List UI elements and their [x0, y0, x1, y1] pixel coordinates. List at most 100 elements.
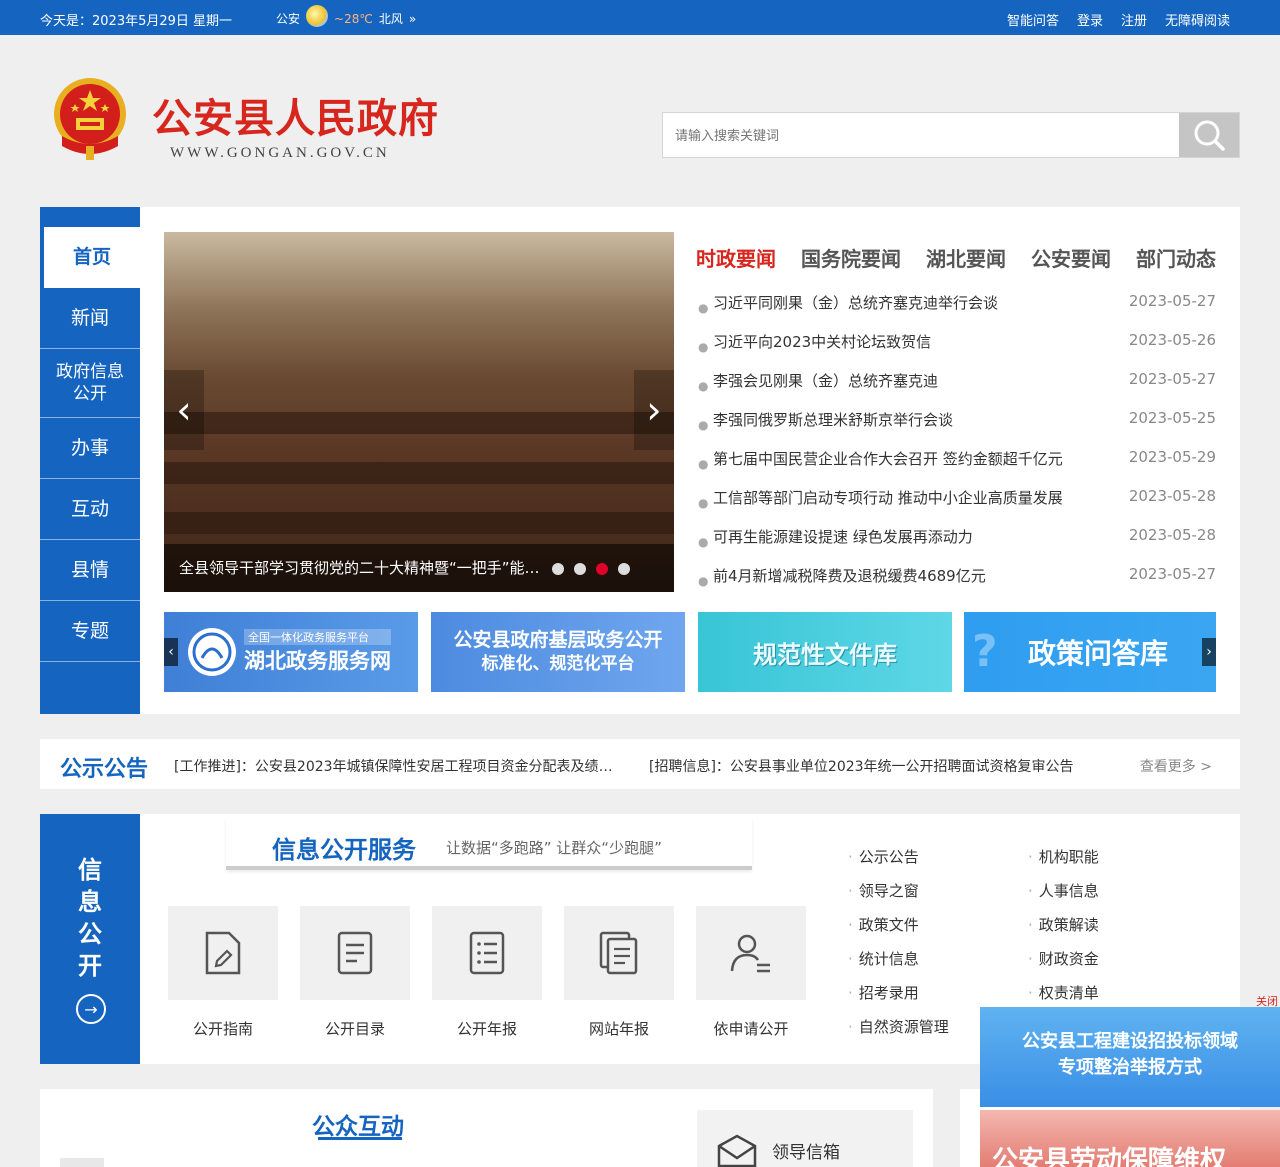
top-bar: 今天是：2023年5月29日 星期一 公安 ~28℃ 北风 » 智能问答 登录 …	[0, 0, 1280, 35]
tab-hubei[interactable]: 湖北要闻	[926, 243, 1006, 272]
info-link[interactable]: 统计信息	[848, 948, 919, 969]
news-item[interactable]: ● 李强会见刚果（金）总统齐塞克迪 2023-05-27	[696, 370, 1216, 409]
info-link[interactable]: 招考录用	[848, 982, 919, 1003]
info-link[interactable]: 政策解读	[1028, 914, 1099, 935]
banner-prev-button[interactable]: ‹	[164, 638, 178, 666]
floating-ad-bidding[interactable]: 公安县工程建设招投标领域 专项整治举报方式	[980, 1007, 1280, 1107]
news-item[interactable]: ● 习近平同刚果（金）总统齐塞克迪举行会谈 2023-05-27	[696, 292, 1216, 331]
float-ad2-label: 公安县劳动保障维权	[992, 1146, 1227, 1167]
banner-gov-openness[interactable]: 公安县政府基层政务公开 标准化、规范化平台	[431, 612, 685, 692]
tab-stub	[60, 1158, 104, 1167]
banner-hubei-service[interactable]: 全国一体化政务服务平台 湖北政务服务网	[164, 612, 418, 692]
news-date: 2023-05-28	[1128, 526, 1216, 544]
tab-politics[interactable]: 时政要闻	[696, 243, 776, 272]
nav-topics[interactable]: 专题	[40, 601, 140, 662]
info-link[interactable]: 机构职能	[1028, 846, 1099, 867]
tile-catalog-label[interactable]: 公开目录	[300, 1018, 410, 1039]
nav-home[interactable]: 首页	[40, 227, 140, 288]
banner-hubei-small: 全国一体化政务服务平台	[244, 629, 391, 645]
tab-departments[interactable]: 部门动态	[1136, 243, 1216, 272]
info-link[interactable]: 领导之窗	[848, 880, 919, 901]
search-input[interactable]	[663, 113, 1181, 157]
question-mark-icon: ?	[972, 626, 998, 677]
search-button[interactable]	[1179, 113, 1239, 157]
news-title[interactable]: 习近平同刚果（金）总统齐塞克迪举行会谈	[713, 292, 1088, 313]
news-title[interactable]: 第七届中国民营企业合作大会召开 签约金额超千亿元	[713, 448, 1088, 469]
notice-item[interactable]: [招聘信息]：公安县事业单位2023年统一公开招聘面试资格复审公告	[649, 756, 1089, 776]
nav-county-info[interactable]: 县情	[40, 540, 140, 601]
carousel-dot[interactable]	[618, 563, 630, 575]
news-item[interactable]: ● 第七届中国民营企业合作大会召开 签约金额超千亿元 2023-05-29	[696, 448, 1216, 487]
news-carousel[interactable]: ‹ › 全县领导干部学习贯彻党的二十大精神暨“一把手”能力提升“提学”班开展第四…	[164, 232, 674, 592]
tile-website-report-label[interactable]: 网站年报	[564, 1018, 674, 1039]
carousel-dots	[552, 563, 630, 575]
news-title[interactable]: 前4月新增减税降费及退税缓费4689亿元	[713, 565, 1088, 586]
info-link[interactable]: 财政资金	[1028, 948, 1099, 969]
tile-apply-disclosure[interactable]	[696, 906, 806, 1000]
carousel-next-button[interactable]: ›	[634, 370, 674, 450]
news-date: 2023-05-27	[1128, 292, 1216, 310]
banner-policy-qa[interactable]: ? 政策问答库	[964, 612, 1216, 692]
float-ad-line2: 专项整治举报方式	[1058, 1057, 1202, 1078]
news-title[interactable]: 习近平向2023中关村论坛致贺信	[713, 331, 1088, 352]
info-link[interactable]: 公示公告	[848, 846, 919, 867]
user-request-icon	[730, 934, 770, 973]
nav-interaction[interactable]: 互动	[40, 479, 140, 540]
chevron-right-icon[interactable]: »	[409, 12, 416, 26]
news-item[interactable]: ● 可再生能源建设提速 绿色发展再添动力 2023-05-28	[696, 526, 1216, 565]
register-link[interactable]: 注册	[1121, 10, 1147, 29]
floating-ad-labor[interactable]: 公安县劳动保障维权	[980, 1110, 1280, 1167]
nav-gov-info[interactable]: 政府信息公开	[40, 349, 140, 418]
news-tabs: 时政要闻 国务院要闻 湖北要闻 公安要闻 部门动态	[696, 243, 1216, 272]
news-title[interactable]: 工信部等部门启动专项行动 推动中小企业高质量发展	[713, 487, 1088, 508]
news-item[interactable]: ● 前4月新增减税降费及退税缓费4689亿元 2023-05-27	[696, 565, 1216, 604]
news-title[interactable]: 可再生能源建设提速 绿色发展再添动力	[713, 526, 1088, 547]
info-link[interactable]: 人事信息	[1028, 880, 1099, 901]
nav-services[interactable]: 办事	[40, 418, 140, 479]
stacked-docs-icon	[599, 931, 638, 975]
tile-website-report[interactable]	[564, 906, 674, 1000]
current-date: 今天是：2023年5月29日 星期一	[40, 14, 233, 29]
leader-mailbox-label: 领导信箱	[772, 1143, 840, 1163]
nav-news[interactable]: 新闻	[40, 288, 140, 349]
news-title[interactable]: 李强会见刚果（金）总统齐塞克迪	[713, 370, 1088, 391]
carousel-caption[interactable]: 全县领导干部学习贯彻党的二十大精神暨“一把手”能力提升“提学”班开展第四次集中学…	[179, 557, 549, 578]
tile-guide[interactable]	[168, 906, 278, 1000]
leader-mailbox-button[interactable]: 领导信箱	[697, 1110, 913, 1167]
info-link[interactable]: 政策文件	[848, 914, 919, 935]
news-item[interactable]: ● 习近平向2023中关村论坛致贺信 2023-05-26	[696, 331, 1216, 370]
info-link[interactable]: 权责清单	[1028, 982, 1099, 1003]
banner-next-button[interactable]: ›	[1202, 638, 1216, 666]
carousel-dot-active[interactable]	[596, 563, 608, 575]
info-link[interactable]: 自然资源管理	[848, 1016, 949, 1037]
tile-annual-report-label[interactable]: 公开年报	[432, 1018, 542, 1039]
accessibility-link[interactable]: 无障碍阅读	[1165, 10, 1230, 29]
search-bar	[662, 112, 1240, 158]
carousel-prev-button[interactable]: ‹	[164, 370, 204, 450]
sunny-icon	[306, 4, 329, 27]
login-link[interactable]: 登录	[1077, 10, 1103, 29]
national-emblem-icon	[54, 78, 126, 160]
arrow-right-icon[interactable]: →	[76, 994, 106, 1024]
carousel-dot[interactable]	[574, 563, 586, 575]
tile-guide-label[interactable]: 公开指南	[168, 1018, 278, 1039]
tile-catalog[interactable]	[300, 906, 410, 1000]
tab-gongan[interactable]: 公安要闻	[1031, 243, 1111, 272]
side-navigation: 首页 新闻 政府信息公开 办事 互动 县情 专题	[40, 207, 140, 714]
notice-item[interactable]: [工作推进]：公安县2023年城镇保障性安居工程项目资金分配表及绩效目标	[174, 756, 614, 776]
carousel-dot[interactable]	[552, 563, 564, 575]
notice-more-link[interactable]: 查看更多 >	[1140, 756, 1212, 776]
smart-qa-link[interactable]: 智能问答	[1007, 10, 1059, 29]
news-date: 2023-05-27	[1128, 370, 1216, 388]
tile-annual-report[interactable]	[432, 906, 542, 1000]
mail-pen-icon	[717, 1134, 757, 1167]
weather-temp: ~28℃	[334, 11, 373, 26]
news-title[interactable]: 李强同俄罗斯总理米舒斯京举行会谈	[713, 409, 1088, 430]
float-ad-line1: 公安县工程建设招投标领域	[1022, 1031, 1238, 1052]
info-disclosure-side[interactable]: 信息公开 →	[40, 814, 140, 1064]
banner-normative-docs[interactable]: 规范性文件库	[698, 612, 952, 692]
news-item[interactable]: ● 工信部等部门启动专项行动 推动中小企业高质量发展 2023-05-28	[696, 487, 1216, 526]
news-item[interactable]: ● 李强同俄罗斯总理米舒斯京举行会谈 2023-05-25	[696, 409, 1216, 448]
tab-state-council[interactable]: 国务院要闻	[801, 243, 901, 272]
tile-apply-label[interactable]: 依申请公开	[696, 1018, 806, 1039]
